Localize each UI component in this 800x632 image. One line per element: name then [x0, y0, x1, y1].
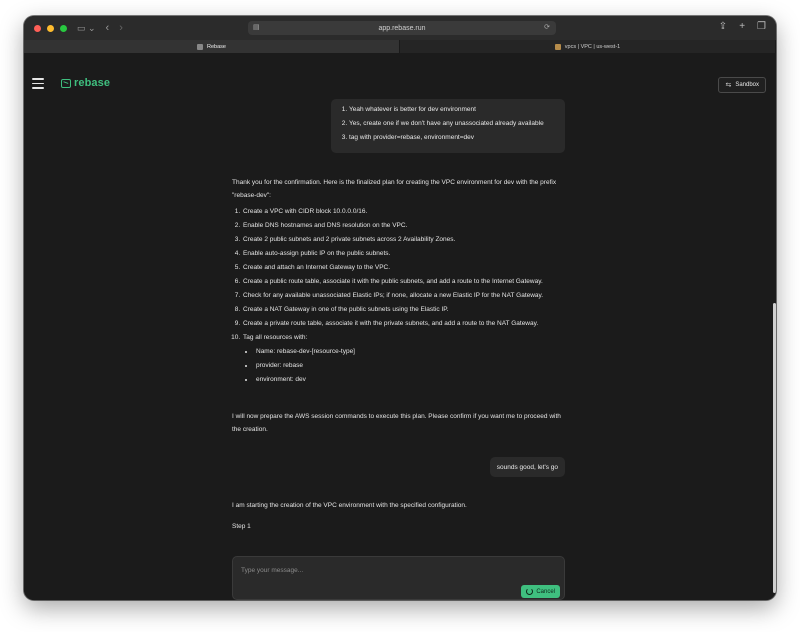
assistant-outro: I will now prepare the AWS session comma… — [232, 413, 561, 433]
list-item: Yes, create one if we don't have any una… — [349, 117, 565, 131]
tag-list: Name: rebase-dev-[resource-type] provide… — [243, 347, 568, 384]
forward-arrow-icon[interactable]: › — [119, 22, 123, 34]
rebase-favicon-icon — [197, 43, 204, 50]
app-main: rebase ⇆ Sandbox Yeah whatever is better… — [24, 53, 776, 600]
tab-label: vpcs | VPC | us-west-1 — [564, 43, 621, 50]
list-item: Create a VPC with CIDR block 10.0.0.0/16… — [242, 207, 568, 216]
logo-text: rebase — [74, 77, 111, 89]
list-item: Tag all resources with: Name: rebase-dev… — [242, 333, 568, 384]
back-arrow-icon[interactable]: ‹ — [106, 22, 110, 34]
rebase-logo[interactable]: rebase — [61, 77, 110, 89]
close-window-button[interactable] — [34, 24, 41, 32]
address-bar[interactable]: ▤ app.rebase.run ⟳ — [248, 21, 556, 35]
browser-toolbar: ▭ ⌄ ‹ › ▤ app.rebase.run ⟳ ⇪ + ❐ — [24, 16, 776, 40]
list-item: Create 2 public subnets and 2 private su… — [242, 235, 568, 244]
list-item: Create a NAT Gateway in one of the publi… — [242, 305, 568, 314]
plan-steps: Create a VPC with CIDR block 10.0.0.0/16… — [232, 207, 568, 389]
list-item: Enable auto-assign public IP on the publ… — [242, 249, 568, 258]
sidebar-toggle-icon[interactable]: ▭ ⌄ — [77, 23, 96, 34]
tab-label: Rebase — [207, 43, 226, 50]
rebase-logo-icon — [61, 78, 71, 88]
cancel-button[interactable]: Cancel — [521, 585, 560, 598]
site-settings-icon[interactable]: ▤ — [253, 23, 260, 31]
url-text: app.rebase.run — [378, 24, 426, 32]
list-item: Enable DNS hostnames and DNS resolution … — [242, 221, 568, 230]
scrollbar[interactable] — [773, 303, 776, 593]
sandbox-button[interactable]: ⇆ Sandbox — [718, 77, 766, 93]
minimize-window-button[interactable] — [47, 24, 54, 32]
step-label: Step 1 — [232, 523, 251, 530]
message-composer: Cancel — [232, 556, 565, 600]
list-item: Check for any available unassociated Ela… — [242, 291, 568, 300]
list-item: Name: rebase-dev-[resource-type] — [255, 347, 568, 356]
share-icon[interactable]: ⇪ — [719, 21, 727, 32]
list-item: Create and attach an Internet Gateway to… — [242, 263, 568, 272]
tab-overview-icon[interactable]: ❐ — [757, 21, 766, 32]
tab-bar: Rebase vpcs | VPC | us-west-1 — [24, 40, 776, 54]
user-message-answers: Yeah whatever is better for dev environm… — [331, 99, 565, 153]
window-controls — [34, 24, 67, 32]
hamburger-menu-icon[interactable] — [32, 78, 44, 89]
list-item: tag with provider=rebase, environment=de… — [349, 131, 565, 145]
cancel-label: Cancel — [536, 588, 555, 595]
message-input[interactable] — [239, 563, 543, 577]
list-item: Create a private route table, associate … — [242, 319, 568, 328]
list-item: Create a public route table, associate i… — [242, 277, 568, 286]
browser-actions: ⇪ + ❐ — [719, 21, 766, 32]
reload-icon[interactable]: ⟳ — [544, 23, 550, 31]
aws-favicon-icon — [554, 43, 561, 50]
sandbox-label: Sandbox — [735, 82, 759, 88]
assistant-intro: Thank you for the confirmation. Here is … — [232, 179, 557, 199]
tab-rebase[interactable]: Rebase — [24, 40, 400, 53]
list-item: environment: dev — [255, 375, 568, 384]
new-tab-icon[interactable]: + — [739, 21, 745, 32]
user-message-bubble: sounds good, let's go — [489, 457, 565, 477]
list-item: Yeah whatever is better for dev environm… — [349, 103, 565, 117]
sliders-icon: ⇆ — [725, 82, 732, 89]
list-item: provider: rebase — [255, 361, 568, 370]
tab-vpcs[interactable]: vpcs | VPC | us-west-1 — [400, 40, 776, 53]
assistant-start-message: I am starting the creation of the VPC en… — [232, 502, 467, 509]
zoom-window-button[interactable] — [60, 24, 67, 32]
loading-spinner-icon — [526, 588, 534, 595]
tag-intro: Tag all resources with: — [243, 334, 308, 341]
browser-window: ▭ ⌄ ‹ › ▤ app.rebase.run ⟳ ⇪ + ❐ Rebase … — [24, 16, 776, 600]
